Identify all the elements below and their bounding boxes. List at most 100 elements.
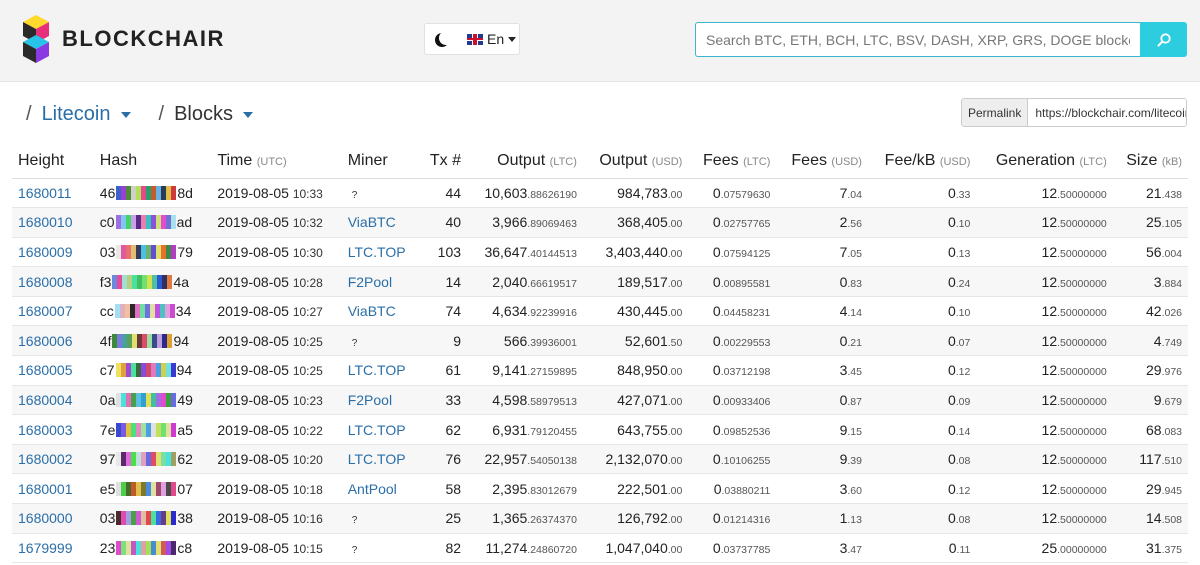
miner-link[interactable]: LTC.TOP bbox=[348, 451, 406, 467]
miner-unknown: ? bbox=[351, 337, 358, 349]
cell-hash[interactable]: 4f 94 bbox=[85, 325, 212, 357]
col-height[interactable]: Height bbox=[12, 145, 86, 179]
col-time[interactable]: Time (UTC) bbox=[211, 145, 342, 179]
cell-hash[interactable]: cc 34 bbox=[85, 296, 212, 327]
cell-height[interactable]: 1680008 bbox=[12, 266, 86, 297]
cell-height[interactable]: 1680006 bbox=[12, 325, 86, 357]
miner-link[interactable]: LTC.TOP bbox=[348, 362, 406, 378]
cell-hash[interactable]: 03 38 bbox=[85, 503, 212, 534]
hash-suffix: 94 bbox=[173, 332, 190, 349]
cell-hash[interactable]: 0a 49 bbox=[85, 385, 212, 416]
cell-height[interactable]: 1680007 bbox=[12, 296, 86, 327]
miner-link[interactable]: F2Pool bbox=[348, 392, 392, 408]
cell-fees-usd: 3.45 bbox=[776, 355, 868, 386]
output-ltc-int: 10,603 bbox=[484, 184, 528, 201]
cell-height[interactable]: 1680003 bbox=[12, 414, 86, 445]
fees-usd-dec: .39 bbox=[847, 455, 862, 468]
col-tx-count[interactable]: Tx # bbox=[419, 145, 468, 179]
fees-usd-dec: .13 bbox=[847, 514, 862, 527]
block-height-link[interactable]: 1680005 bbox=[18, 362, 73, 378]
block-height-link[interactable]: 1680010 bbox=[18, 214, 73, 230]
block-date: 2019-08-05 bbox=[217, 391, 289, 408]
cell-fee-per-kb: 0.08 bbox=[867, 503, 977, 534]
search-input[interactable] bbox=[695, 22, 1140, 57]
col-fee-per-kb[interactable]: Fee/kB (USD) bbox=[867, 145, 977, 179]
output-ltc-dec: .89069463 bbox=[527, 218, 577, 231]
cell-hash[interactable]: c7 94 bbox=[85, 355, 212, 386]
theme-language-switcher: En bbox=[424, 23, 520, 55]
size-dec: .375 bbox=[1161, 543, 1182, 556]
block-height-link[interactable]: 1680011 bbox=[18, 185, 71, 201]
col-output-ltc[interactable]: Output (LTC) bbox=[467, 145, 583, 179]
cell-time: 2019-08-05 10:33 bbox=[211, 178, 342, 209]
block-height-link[interactable]: 1680001 bbox=[18, 481, 73, 497]
dark-mode-moon-icon[interactable] bbox=[439, 31, 453, 45]
hash-suffix: 07 bbox=[177, 480, 193, 497]
breadcrumb-section[interactable]: Blocks bbox=[174, 103, 233, 126]
cell-hash[interactable]: c0 ad bbox=[85, 207, 212, 238]
generation-dec: .50000000 bbox=[1057, 366, 1107, 379]
cell-height[interactable]: 1680000 bbox=[12, 503, 86, 534]
cell-height[interactable]: 1680002 bbox=[12, 444, 86, 475]
col-fees-ltc[interactable]: Fees (LTC) bbox=[688, 145, 777, 179]
size-dec: .510 bbox=[1161, 455, 1182, 468]
fees-ltc-int: 0 bbox=[712, 214, 721, 231]
cell-height[interactable]: 1680011 bbox=[12, 178, 86, 209]
cell-fees-usd: 0.87 bbox=[776, 385, 868, 416]
search-button[interactable] bbox=[1140, 22, 1187, 57]
block-date: 2019-08-05 bbox=[217, 539, 289, 556]
block-height-link[interactable]: 1680000 bbox=[18, 510, 73, 526]
col-hash[interactable]: Hash bbox=[85, 145, 212, 179]
generation-int: 12 bbox=[1041, 480, 1058, 497]
miner-link[interactable]: ViaBTC bbox=[348, 214, 396, 230]
cell-height[interactable]: 1680004 bbox=[12, 385, 86, 416]
cell-hash[interactable]: 03 79 bbox=[85, 237, 212, 268]
block-height-link[interactable]: 1680004 bbox=[18, 392, 73, 408]
permalink-label[interactable]: Permalink bbox=[962, 99, 1029, 126]
cell-hash[interactable]: f3 4a bbox=[85, 266, 212, 297]
block-height-link[interactable]: 1680008 bbox=[18, 274, 73, 290]
miner-link[interactable]: LTC.TOP bbox=[348, 422, 406, 438]
cell-hash[interactable]: 97 62 bbox=[85, 444, 212, 475]
col-miner[interactable]: Miner bbox=[341, 145, 420, 179]
chain-dropdown-chevron-icon[interactable] bbox=[120, 111, 131, 118]
col-fees-usd[interactable]: Fees (USD) bbox=[776, 145, 868, 179]
block-date: 2019-08-05 bbox=[217, 273, 289, 290]
fees-ltc-int: 0 bbox=[712, 539, 721, 556]
block-height-link[interactable]: 1680002 bbox=[18, 451, 73, 467]
hash-color-block bbox=[170, 215, 176, 230]
fees-usd-dec: .60 bbox=[847, 484, 862, 497]
cell-hash[interactable]: e5 07 bbox=[85, 473, 212, 505]
col-size[interactable]: Size (kB) bbox=[1112, 145, 1188, 179]
language-selector[interactable]: En bbox=[467, 31, 517, 47]
block-height-link[interactable]: 1679999 bbox=[18, 540, 73, 556]
cell-output-ltc: 4,598.58979513 bbox=[467, 385, 583, 416]
block-height-link[interactable]: 1680003 bbox=[18, 422, 73, 438]
output-ltc-dec: .92239916 bbox=[527, 307, 577, 320]
miner-link[interactable]: ViaBTC bbox=[348, 303, 396, 319]
miner-link[interactable]: LTC.TOP bbox=[348, 244, 406, 260]
cell-height[interactable]: 1680010 bbox=[12, 207, 86, 238]
col-generation[interactable]: Generation (LTC) bbox=[976, 145, 1113, 179]
cell-height[interactable]: 1680005 bbox=[12, 355, 86, 386]
cell-tx-count: 40 bbox=[419, 207, 468, 238]
miner-link[interactable]: F2Pool bbox=[348, 274, 392, 290]
fees-ltc-dec: .00229553 bbox=[720, 336, 771, 349]
breadcrumb-chain[interactable]: Litecoin bbox=[42, 103, 111, 126]
block-height-link[interactable]: 1680009 bbox=[18, 244, 73, 260]
block-height-link[interactable]: 1680007 bbox=[18, 303, 73, 319]
section-dropdown-chevron-icon[interactable] bbox=[242, 111, 253, 118]
cell-height[interactable]: 1680009 bbox=[12, 237, 86, 268]
cell-height[interactable]: 1680001 bbox=[12, 473, 86, 505]
cell-hash[interactable]: 23 c8 bbox=[85, 533, 212, 564]
block-height-link[interactable]: 1680006 bbox=[18, 333, 73, 349]
col-output-usd[interactable]: Output (USD) bbox=[582, 145, 689, 179]
cell-height[interactable]: 1679999 bbox=[12, 533, 86, 564]
miner-link[interactable]: AntPool bbox=[348, 481, 397, 497]
cell-hash[interactable]: 46 8d bbox=[85, 178, 212, 209]
permalink-url-field[interactable]: https://blockchair.com/litecoin/blocks bbox=[1028, 99, 1186, 126]
output-usd-int: 368,405 bbox=[617, 214, 668, 231]
output-usd-int: 2,132,070 bbox=[605, 451, 668, 468]
brand-logo[interactable]: BLOCKCHAIR bbox=[20, 14, 225, 64]
cell-hash[interactable]: 7e a5 bbox=[85, 414, 212, 445]
